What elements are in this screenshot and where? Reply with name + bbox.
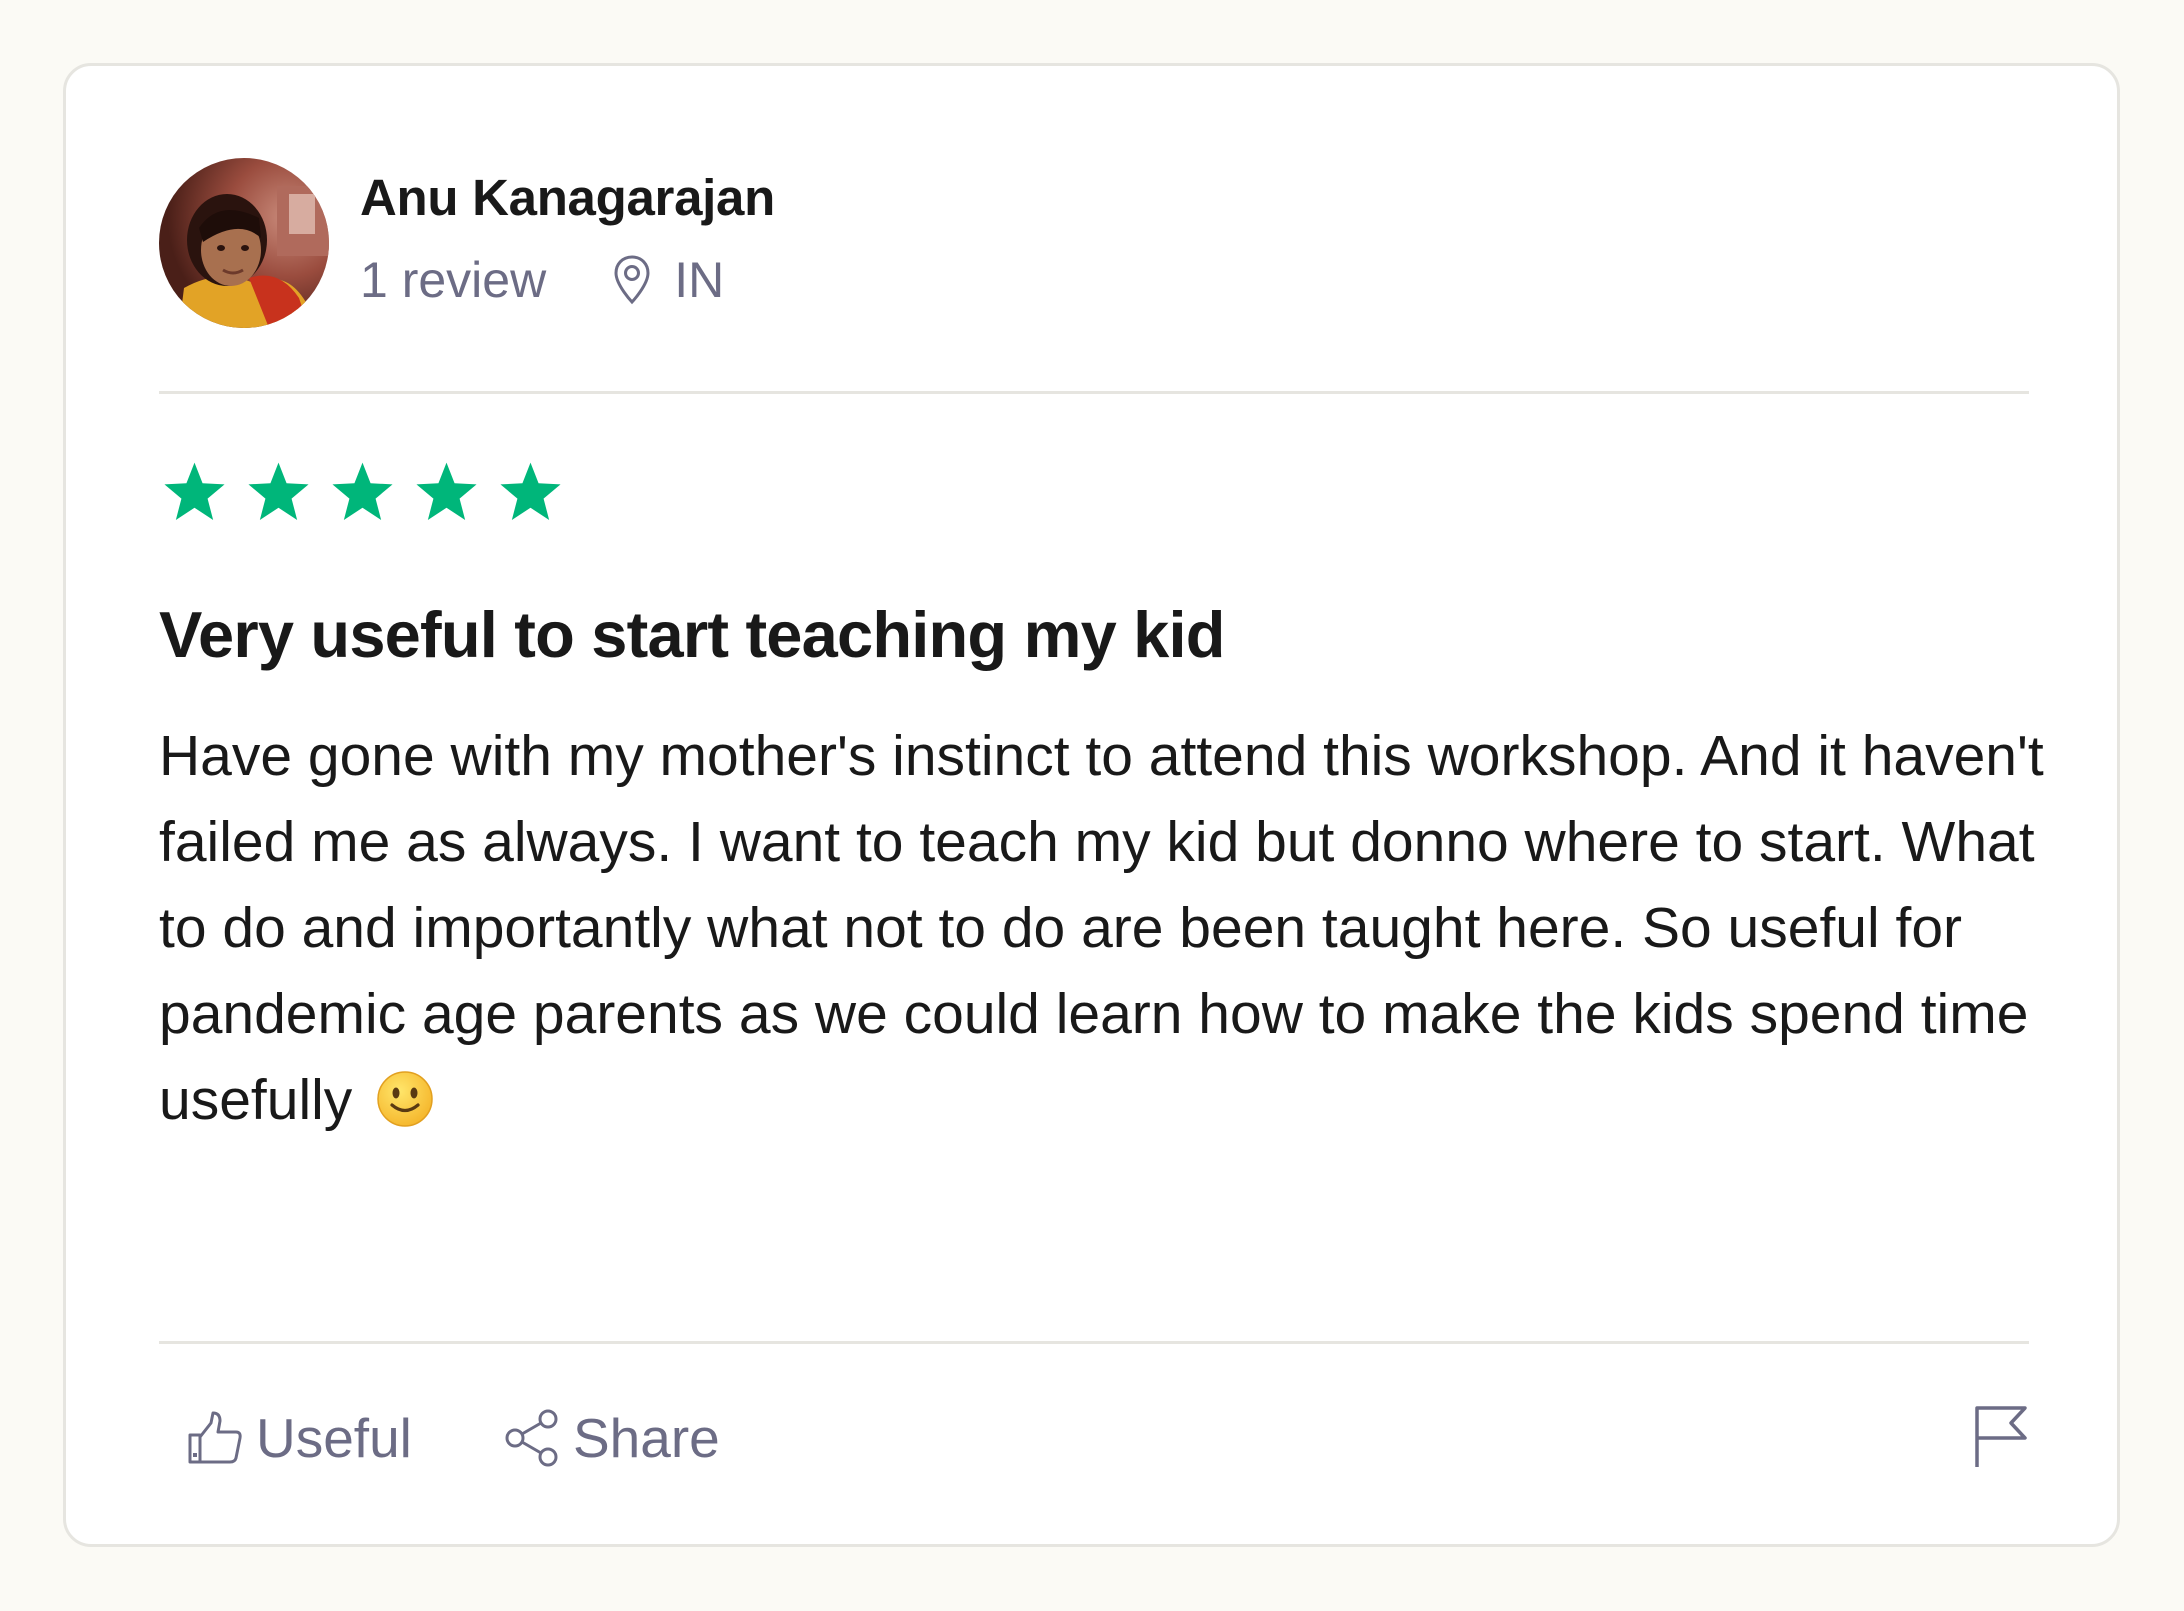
- header-divider: [159, 391, 2029, 394]
- star-icon: [164, 462, 225, 520]
- share-label: Share: [573, 1407, 720, 1469]
- star-icon: [332, 462, 393, 520]
- review-title[interactable]: Very useful to start teaching my kid: [159, 597, 1226, 672]
- star-icon: [500, 462, 561, 520]
- report-flag-button[interactable]: [1971, 1404, 2031, 1475]
- location-pin-icon: [612, 254, 652, 306]
- share-button[interactable]: Share: [503, 1406, 720, 1470]
- star-icon: [248, 462, 309, 520]
- flag-icon: [1975, 1406, 2027, 1467]
- useful-label: Useful: [256, 1407, 412, 1469]
- reviewer-location: IN: [674, 252, 725, 308]
- review-count: 1 review: [360, 252, 547, 308]
- useful-button[interactable]: Useful: [186, 1406, 412, 1470]
- reviewer-name[interactable]: Anu Kanagarajan: [360, 168, 775, 227]
- footer-divider: [159, 1341, 2029, 1344]
- review-card: Anu Kanagarajan 1 review IN Very useful …: [63, 63, 2120, 1547]
- thumbs-up-icon: [186, 1409, 244, 1467]
- share-icon: [503, 1409, 561, 1467]
- reviewer-avatar[interactable]: [159, 158, 329, 328]
- reviewer-meta: 1 review IN: [360, 251, 724, 309]
- star-icon: [416, 462, 477, 520]
- review-body-text: Have gone with my mother's instinct to a…: [159, 724, 2044, 1132]
- review-body: Have gone with my mother's instinct to a…: [159, 713, 2049, 1143]
- smiley-emoji-icon: [377, 1071, 433, 1127]
- star-rating: [161, 461, 564, 525]
